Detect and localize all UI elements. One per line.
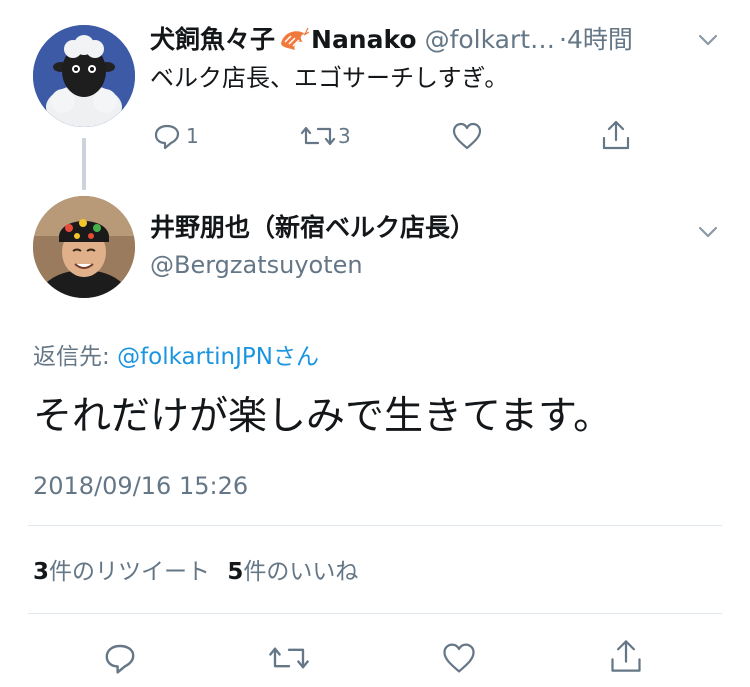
- parent-name-suffix[interactable]: Nanako: [311, 25, 417, 54]
- retweet-icon: [300, 121, 336, 151]
- avatar-nanako[interactable]: [33, 25, 135, 127]
- main-display-name[interactable]: 井野朋也（新宿ベルク店長）: [150, 212, 475, 244]
- parent-reply-button[interactable]: 1: [152, 120, 199, 152]
- parent-retweet-count: 3: [338, 124, 351, 148]
- sheep-avatar-icon: [33, 25, 135, 127]
- reply-to-label: 返信先:: [33, 344, 118, 370]
- parent-chevron-down-icon[interactable]: [696, 28, 720, 52]
- parent-retweet-button[interactable]: 3: [300, 120, 351, 152]
- person-avatar-icon: [33, 196, 135, 298]
- parent-tweet-text: ベルク店長、エゴサーチしすぎ。: [150, 64, 509, 92]
- like-button[interactable]: [440, 640, 478, 676]
- parent-tweet-header: 犬飼魚々子 Nanako @folkart… ·4時間: [150, 24, 633, 56]
- tweet-timestamp[interactable]: 2018/09/16 15:26: [33, 470, 248, 502]
- reply-button[interactable]: [102, 640, 138, 676]
- parent-like-button[interactable]: [450, 120, 484, 152]
- retweets-count: 3: [33, 559, 50, 585]
- parent-handle[interactable]: @folkart…: [425, 25, 555, 54]
- main-handle[interactable]: @Bergzatsuyoten: [150, 249, 363, 281]
- retweet-icon: [269, 647, 309, 669]
- main-tweet-text: それだけが楽しみで生きてます。: [33, 394, 613, 439]
- reply-icon: [152, 121, 182, 151]
- reply-to-handle-link[interactable]: @folkartinJPN: [117, 344, 273, 370]
- thread-connector-line: [82, 138, 86, 190]
- heart-icon: [452, 122, 482, 150]
- divider-bottom: [28, 613, 722, 614]
- share-button[interactable]: [608, 636, 644, 676]
- shrimp-icon: [277, 26, 310, 60]
- parent-display-name[interactable]: 犬飼魚々子: [150, 25, 275, 54]
- main-chevron-down-icon[interactable]: [696, 220, 720, 244]
- retweet-button[interactable]: [268, 640, 310, 676]
- reply-to-suffix: さん: [272, 344, 319, 370]
- retweets-stat[interactable]: 3件のリツイート: [33, 559, 210, 585]
- parent-time[interactable]: ·4時間: [559, 25, 633, 54]
- reply-to-line: 返信先: @folkartinJPNさん: [33, 341, 319, 373]
- divider-top: [28, 525, 722, 526]
- share-icon: [602, 120, 630, 150]
- parent-share-button[interactable]: [600, 118, 632, 152]
- retweets-label: 件のリツイート: [49, 559, 211, 585]
- avatar-ino[interactable]: [33, 196, 135, 298]
- likes-label: 件のいいね: [243, 559, 359, 585]
- share-icon: [611, 640, 641, 672]
- engagement-stats: 3件のリツイート 5件のいいね: [33, 556, 358, 588]
- likes-count: 5: [227, 559, 244, 585]
- heart-icon: [443, 643, 475, 673]
- likes-stat[interactable]: 5件のいいね: [227, 559, 358, 585]
- parent-reply-count: 1: [186, 124, 199, 148]
- reply-icon: [105, 644, 135, 674]
